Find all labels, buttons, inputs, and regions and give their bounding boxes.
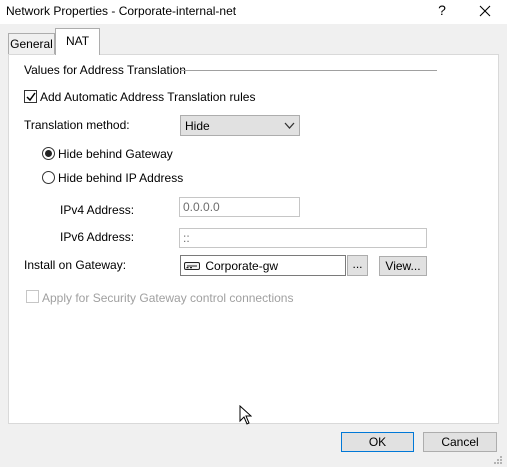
- view-gateway-button[interactable]: View...: [379, 256, 427, 276]
- ipv6-address-field[interactable]: ::: [179, 228, 427, 248]
- apply-security-label: Apply for Security Gateway control conne…: [42, 291, 294, 305]
- tab-general[interactable]: General: [8, 33, 55, 54]
- auto-rules-label[interactable]: Add Automatic Address Translation rules: [40, 90, 255, 104]
- auto-rules-checkbox[interactable]: [24, 90, 37, 103]
- translation-method-label: Translation method:: [24, 118, 130, 132]
- radio-selected-dot: [45, 150, 52, 157]
- gateway-icon: [184, 261, 200, 270]
- tab-nat[interactable]: NAT: [55, 28, 100, 55]
- mouse-cursor-icon: [239, 405, 252, 425]
- chevron-down-icon: [284, 122, 295, 129]
- install-gateway-label: Install on Gateway:: [24, 258, 127, 272]
- hide-gateway-label[interactable]: Hide behind Gateway: [58, 147, 173, 161]
- group-label-address-translation: Values for Address Translation: [24, 63, 186, 77]
- close-icon: [479, 5, 491, 17]
- ok-button[interactable]: OK: [341, 432, 414, 452]
- hide-gateway-radio[interactable]: [42, 147, 55, 160]
- cancel-button[interactable]: Cancel: [423, 432, 497, 452]
- help-button[interactable]: ?: [435, 2, 449, 20]
- ipv4-address-value: 0.0.0.0: [183, 200, 220, 214]
- title-bar[interactable]: Network Properties - Corporate-internal-…: [0, 0, 507, 24]
- apply-security-checkbox[interactable]: [26, 290, 39, 303]
- ipv6-address-label: IPv6 Address:: [60, 230, 135, 244]
- ipv4-address-label: IPv4 Address:: [60, 203, 135, 217]
- translation-method-select[interactable]: Hide: [180, 115, 300, 136]
- install-gateway-field[interactable]: Corporate-gw: [180, 255, 346, 276]
- window-title: Network Properties - Corporate-internal-…: [6, 4, 237, 18]
- translation-method-value: Hide: [185, 119, 210, 133]
- hide-ip-radio[interactable]: [42, 171, 55, 184]
- install-gateway-value: Corporate-gw: [205, 258, 279, 273]
- resize-grip-icon[interactable]: [493, 455, 503, 465]
- check-icon: [26, 92, 36, 102]
- close-button[interactable]: [474, 0, 498, 22]
- hide-ip-label[interactable]: Hide behind IP Address: [58, 171, 183, 185]
- network-properties-dialog: Network Properties - Corporate-internal-…: [0, 0, 507, 467]
- browse-gateway-button[interactable]: ...: [347, 255, 368, 276]
- ipv4-address-field[interactable]: 0.0.0.0: [179, 197, 300, 217]
- group-divider: [180, 70, 437, 71]
- ipv6-address-value: ::: [183, 231, 190, 245]
